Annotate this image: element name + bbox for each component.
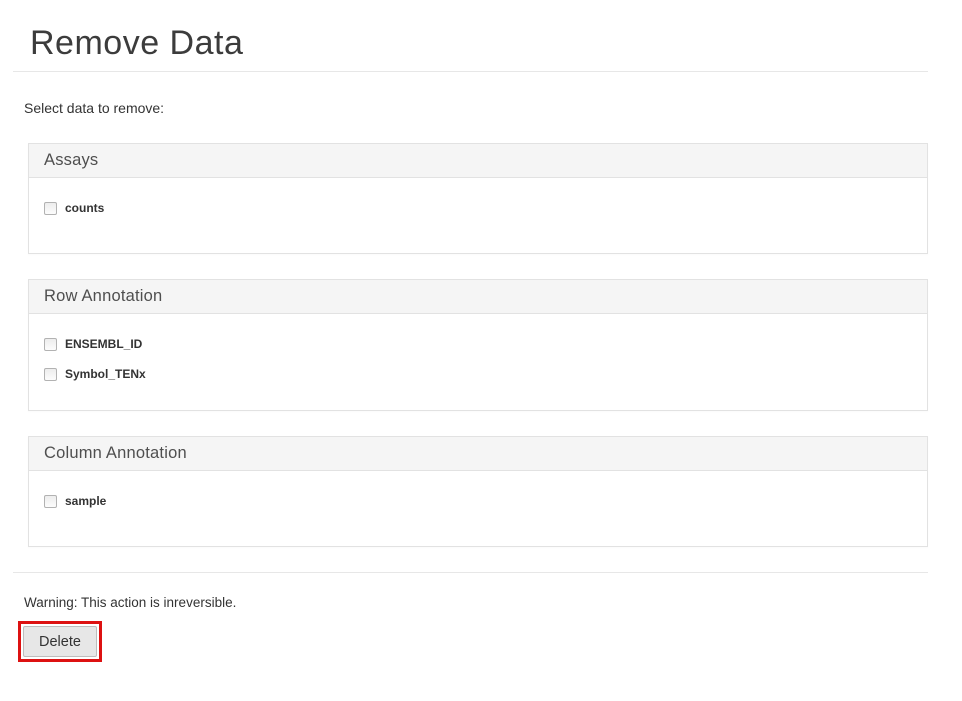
remove-data-page: Remove Data Select data to remove: Assay… [0,0,962,701]
panel-body: ENSEMBL_ID Symbol_TENx [29,314,927,410]
delete-button[interactable]: Delete [23,626,97,657]
panel-section: Assays counts [28,143,928,254]
panel-title: Row Annotation [29,280,927,314]
checkbox-icon[interactable] [44,495,57,508]
panel-section: Column Annotation sample [28,436,928,547]
checkbox-icon[interactable] [44,368,57,381]
instruction-label: Select data to remove: [24,100,928,117]
checkbox-icon[interactable] [44,338,57,351]
checkbox-icon[interactable] [44,202,57,215]
panels-container: Assays counts Row Annotation ENSEMBL_ID … [28,143,928,547]
checkbox-label: sample [65,494,106,508]
checkbox-label: Symbol_TENx [65,367,146,381]
checkbox-label: ENSEMBL_ID [65,337,142,351]
panel-body: sample [29,471,927,546]
checkbox-label: counts [65,201,104,215]
panel-title: Column Annotation [29,437,927,471]
checkbox-option[interactable]: sample [44,493,106,509]
page-title: Remove Data [30,24,928,62]
panel-title: Assays [29,144,927,178]
footer-divider [13,572,928,573]
panel-section: Row Annotation ENSEMBL_ID Symbol_TENx [28,279,928,411]
panel-body: counts [29,178,927,253]
checkbox-option[interactable]: ENSEMBL_ID [44,336,142,352]
checkbox-option[interactable]: counts [44,200,104,216]
title-divider [13,71,928,72]
delete-button-highlight: Delete [18,621,102,662]
checkbox-option[interactable]: Symbol_TENx [44,366,146,382]
warning-text: Warning: This action is inreversible. [24,594,928,611]
